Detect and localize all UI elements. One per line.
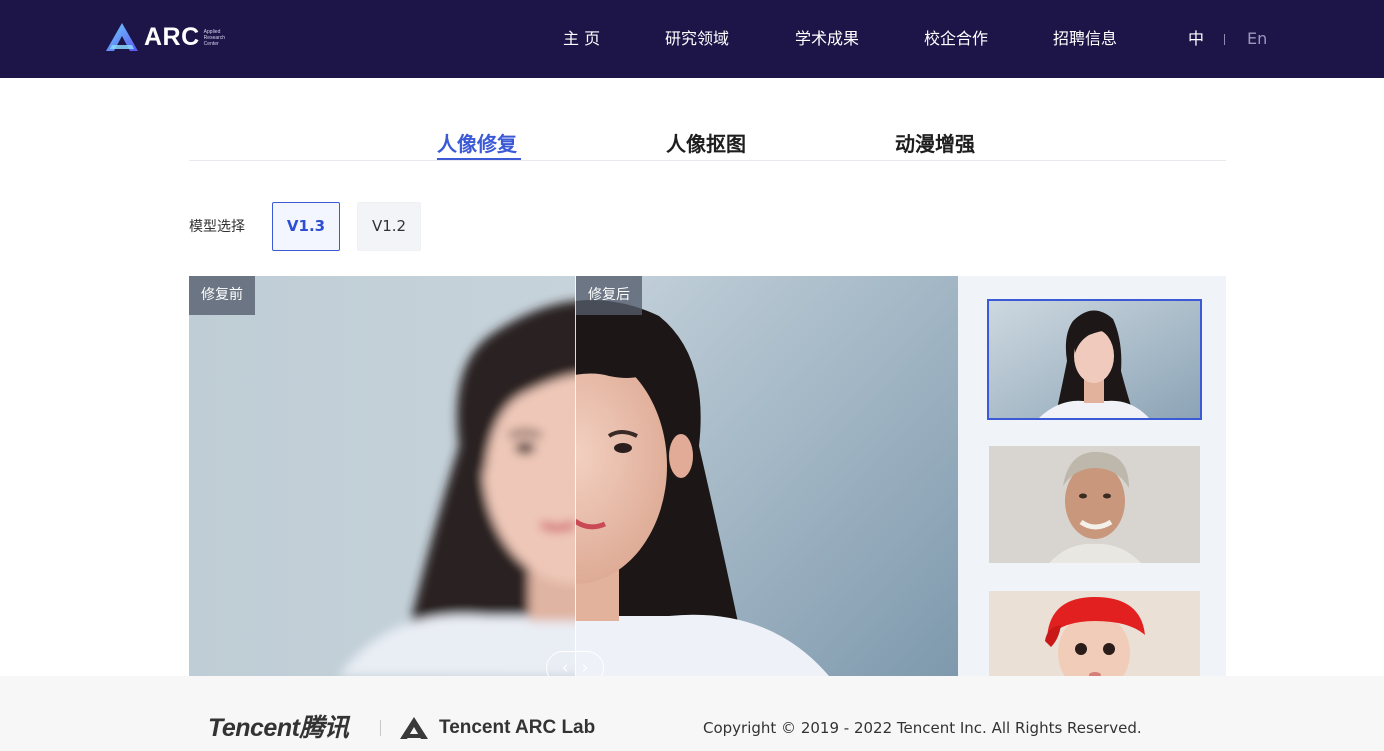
nav-recruitment[interactable]: 招聘信息: [1053, 29, 1117, 49]
tencent-logo: Tencent腾讯: [208, 714, 349, 742]
model-v13-button[interactable]: V1.3: [272, 202, 340, 251]
sample-thumbnail-panel: [958, 276, 1226, 676]
logo-sub-line: Center: [203, 41, 219, 47]
thumbnail-older-man[interactable]: [989, 446, 1200, 563]
footer-logo-separator: [380, 720, 381, 736]
top-nav-bar: ARC Applied Research Center 主 页 研究领域 学术成…: [0, 0, 1384, 78]
model-select-label: 模型选择: [189, 219, 245, 235]
nav-industry-cooperation[interactable]: 校企合作: [924, 29, 988, 49]
thumbnail-baby-red-hat[interactable]: [989, 591, 1200, 676]
compare-divider-line[interactable]: [575, 276, 576, 676]
logo-wordmark: ARC: [144, 22, 200, 51]
tabs-baseline: [189, 160, 1226, 161]
tencent-arc-lab-logo: Tencent ARC Lab: [439, 717, 596, 738]
tab-portrait-matting[interactable]: 人像抠图: [666, 130, 746, 158]
arc-logo-icon: [106, 23, 138, 51]
older-man-image: [989, 446, 1200, 563]
arc-lab-logo-icon: [400, 717, 428, 739]
nav-home[interactable]: 主 页: [563, 29, 600, 49]
thumbnail-young-woman[interactable]: [987, 299, 1202, 420]
before-after-viewer[interactable]: [189, 276, 958, 676]
lang-en-button[interactable]: En: [1247, 29, 1267, 49]
before-label-badge: 修复前: [189, 276, 255, 315]
portrait-image: [189, 276, 958, 676]
lang-separator: [1224, 34, 1225, 45]
tab-anime-enhancement[interactable]: 动漫增强: [895, 130, 975, 158]
chevron-right-icon: ›: [581, 657, 589, 678]
arc-logo[interactable]: ARC Applied Research Center: [104, 20, 225, 54]
after-label-badge: 修复后: [576, 276, 642, 315]
baby-red-hat-image: [989, 591, 1200, 676]
active-tab-indicator: [437, 158, 521, 160]
logo-subtitle: Applied Research Center: [204, 29, 225, 47]
nav-research-areas[interactable]: 研究领域: [665, 29, 729, 49]
chevron-left-icon: ‹: [561, 657, 569, 678]
nav-academic-achievements[interactable]: 学术成果: [795, 29, 859, 49]
copyright-text: Copyright © 2019 - 2022 Tencent Inc. All…: [703, 719, 1142, 737]
lang-zh-button[interactable]: 中: [1188, 29, 1204, 49]
young-woman-image: [989, 301, 1200, 418]
tab-portrait-restoration[interactable]: 人像修复: [437, 130, 517, 158]
model-v12-button[interactable]: V1.2: [357, 202, 421, 251]
